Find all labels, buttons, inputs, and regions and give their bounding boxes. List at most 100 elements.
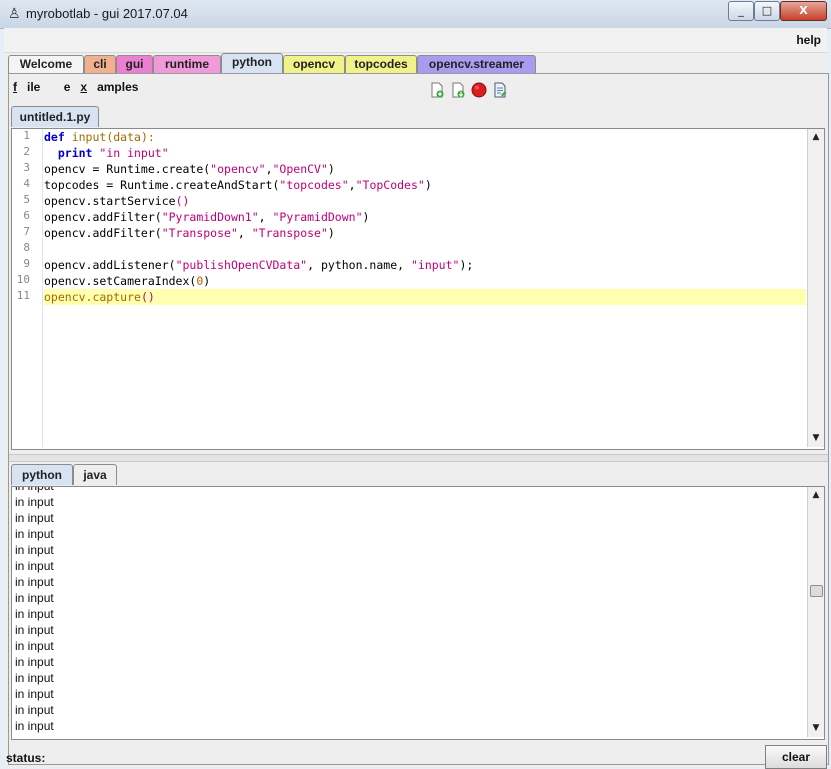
- output-line: in input: [15, 591, 54, 605]
- code-line[interactable]: print "in input": [44, 145, 169, 161]
- code-editor[interactable]: 1 2 3 4 5 6 7 8 9 10 11 def input(data): print "in…: [11, 128, 825, 450]
- code-token: opencv.addFilter(: [44, 210, 162, 224]
- code-line[interactable]: opencv.setCameraIndex(0): [44, 273, 210, 289]
- code-token: opencv.setCameraIndex(: [44, 274, 197, 288]
- tab-runtime[interactable]: runtime: [153, 55, 221, 73]
- examples-menu-start: e: [63, 80, 71, 94]
- code-token: opencv.addListener(: [44, 258, 176, 272]
- clear-button[interactable]: clear: [765, 745, 827, 769]
- save-file-icon[interactable]: [492, 82, 508, 98]
- code-token: opencv.addFilter(: [44, 226, 162, 240]
- output-line: in input: [15, 719, 54, 733]
- output-line: in input: [15, 639, 54, 653]
- code-token: ,: [258, 210, 273, 224]
- tab-welcome[interactable]: Welcome: [8, 55, 84, 73]
- code-line[interactable]: opencv.addFilter("Transpose", "Transpose…: [44, 225, 335, 241]
- minimize-button[interactable]: _: [728, 1, 754, 21]
- scroll-up-arrow-icon[interactable]: ▲: [810, 489, 822, 501]
- scroll-up-arrow-icon[interactable]: ▲: [810, 131, 822, 143]
- code-token: "PyramidDown1": [161, 210, 259, 224]
- tab-gui[interactable]: gui: [116, 55, 153, 73]
- code-token: (): [140, 290, 155, 304]
- output-line: in input: [15, 623, 54, 637]
- output-line: in input: [15, 703, 54, 717]
- code-token: ): [203, 274, 211, 288]
- tab-topcodes[interactable]: topcodes: [345, 55, 417, 73]
- output-lines: in input in input in input in input in input…: [15, 487, 54, 734]
- tab-python-output[interactable]: python: [11, 464, 73, 485]
- code-token: ): [362, 210, 370, 224]
- app-icon: ♙: [8, 6, 21, 22]
- code-token: "input": [410, 258, 460, 272]
- code-token: opencv.capture: [44, 290, 141, 304]
- stop-icon[interactable]: [471, 82, 487, 98]
- code-token: ,: [237, 226, 252, 240]
- code-line[interactable]: topcodes = Runtime.createAndStart("topco…: [44, 177, 432, 193]
- code-token: );: [459, 258, 474, 272]
- file-menu-mnemonic: f: [13, 80, 17, 94]
- code-token: "TopCodes": [355, 178, 425, 192]
- code-token: , python.name,: [307, 258, 411, 272]
- scroll-thumb[interactable]: [810, 585, 823, 597]
- file-menu[interactable]: f ile: [13, 80, 50, 94]
- code-token: (): [175, 194, 190, 208]
- code-area[interactable]: def input(data): print "in input" opencv …: [44, 129, 806, 447]
- main-frame: help Welcome cli gui runtime python open…: [4, 28, 829, 769]
- code-line[interactable]: opencv.startService(): [44, 193, 189, 209]
- scroll-down-arrow-icon[interactable]: ▼: [810, 722, 822, 734]
- status-label: status:: [6, 751, 46, 765]
- line-number: 5: [23, 193, 30, 206]
- output-line: in input: [15, 575, 54, 589]
- output-line: in input: [15, 543, 54, 557]
- code-token: "in input": [99, 146, 169, 160]
- code-line[interactable]: def input(data):: [44, 129, 155, 145]
- code-token: opencv = Runtime.create(: [44, 162, 211, 176]
- code-token: "PyramidDown": [272, 210, 363, 224]
- help-menu[interactable]: help: [796, 33, 821, 47]
- new-file-icon[interactable]: [429, 82, 445, 98]
- output-line: in input: [15, 559, 54, 573]
- code-token: print: [44, 146, 100, 160]
- code-line[interactable]: opencv.addFilter("PyramidDown1", "Pyrami…: [44, 209, 369, 225]
- code-line[interactable]: opencv = Runtime.create("opencv","OpenCV…: [44, 161, 335, 177]
- line-number: 1: [23, 129, 30, 142]
- line-number: 10: [16, 273, 30, 286]
- tab-opencv[interactable]: opencv: [283, 55, 345, 73]
- output-line: in input: [15, 655, 54, 669]
- code-line[interactable]: opencv.capture(): [44, 289, 806, 305]
- status-bar: status: clear: [4, 745, 827, 769]
- tab-opencv-streamer[interactable]: opencv.streamer: [417, 55, 536, 73]
- code-line[interactable]: opencv.addListener("publishOpenCVData", …: [44, 257, 473, 273]
- tab-untitled-py[interactable]: untitled.1.py: [11, 106, 99, 127]
- maximize-button[interactable]: □: [754, 1, 780, 21]
- code-token: "Transpose": [251, 226, 328, 240]
- tab-python[interactable]: python: [221, 53, 283, 74]
- file-menu-rest: ile: [27, 80, 41, 94]
- tab-java-output[interactable]: java: [73, 464, 117, 485]
- tab-cli[interactable]: cli: [84, 55, 116, 73]
- editor-vertical-scrollbar[interactable]: ▲ ▼: [807, 129, 824, 447]
- code-token: topcodes = Runtime.createAndStart(: [44, 178, 280, 192]
- splitter-divider[interactable]: [9, 454, 828, 462]
- code-token: ,: [265, 162, 273, 176]
- python-menu: f ile e x amples: [13, 80, 158, 94]
- examples-menu[interactable]: e x amples: [64, 80, 149, 94]
- output-line: in input: [15, 527, 54, 541]
- line-number: 2: [23, 145, 30, 158]
- output-vertical-scrollbar[interactable]: ▲ ▼: [807, 487, 824, 737]
- code-token: ): [327, 226, 335, 240]
- output-line: in input: [15, 495, 54, 509]
- line-number: 9: [23, 257, 30, 270]
- line-number: 3: [23, 161, 30, 174]
- close-button[interactable]: X: [780, 1, 827, 21]
- output-console[interactable]: in input in input in input in input in input…: [11, 486, 825, 740]
- code-token: ): [327, 162, 335, 176]
- line-number: 11: [16, 289, 30, 302]
- code-token: def: [44, 130, 72, 144]
- open-file-icon[interactable]: [450, 82, 466, 98]
- code-token: opencv.startService: [44, 194, 176, 208]
- title-bar: ♙ myrobotlab - gui 2017.07.04 _ □ X: [0, 0, 831, 29]
- output-line: in input: [15, 511, 54, 525]
- scroll-down-arrow-icon[interactable]: ▼: [810, 432, 822, 444]
- code-token: "topcodes": [279, 178, 349, 192]
